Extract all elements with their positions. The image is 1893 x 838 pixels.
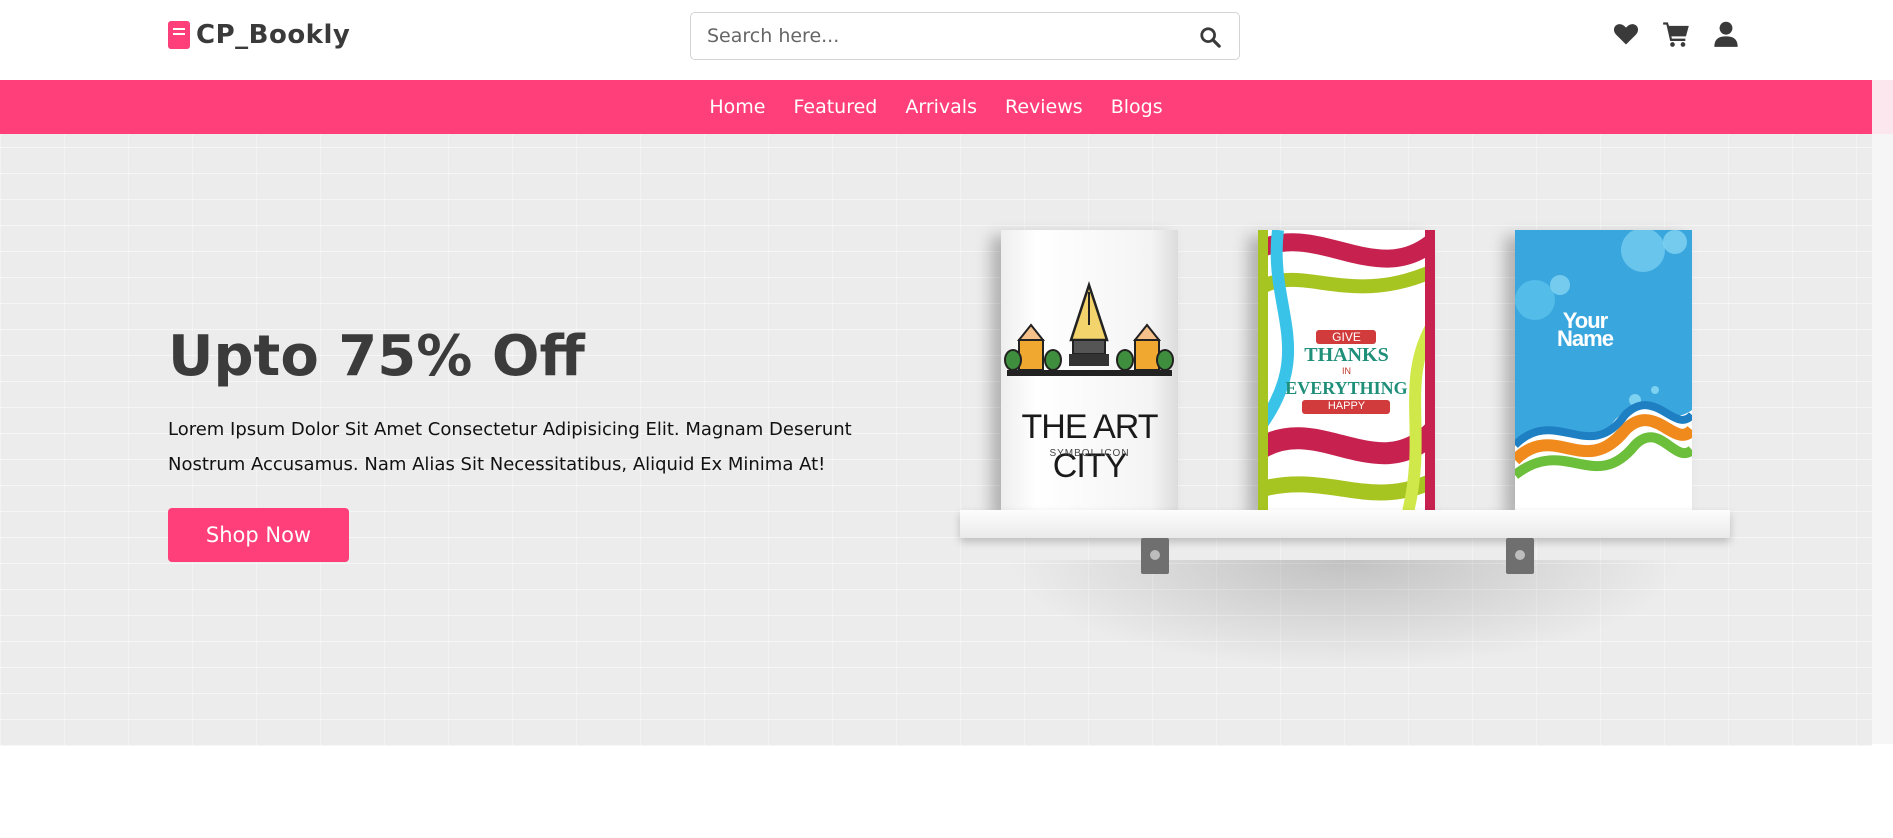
scrollbar-top	[1872, 80, 1893, 134]
cover-text-happy: HAPPY	[1327, 400, 1366, 412]
shelf-bracket-left	[1141, 538, 1169, 574]
pen-pencils-logo	[1004, 280, 1174, 376]
book-icon	[168, 21, 190, 49]
brand-name: CP_Bookly	[196, 20, 351, 50]
cover-text-thanks: THANKS	[1304, 344, 1389, 366]
main-nav: Home Featured Arrivals Reviews Blogs	[0, 80, 1872, 134]
book-shelf-illustration: THE ART CITY SYMBOL ICON GIVE THANKS IN …	[955, 230, 1735, 690]
heart-icon[interactable]	[1612, 20, 1640, 48]
header-icons	[1612, 20, 1740, 48]
cart-icon[interactable]	[1662, 20, 1690, 48]
search-icon[interactable]	[1199, 26, 1221, 48]
nav-arrivals[interactable]: Arrivals	[905, 96, 977, 118]
hero-banner: Upto 75% Off Lorem Ipsum Dolor Sit Amet …	[0, 134, 1872, 746]
cover-text-everything: EVERYTHING	[1285, 378, 1408, 398]
top-header: CP_Bookly	[0, 0, 1872, 80]
nav-featured[interactable]: Featured	[794, 96, 878, 118]
book-cover-art-city[interactable]: THE ART CITY SYMBOL ICON	[1001, 230, 1178, 512]
scrollbar-track[interactable]	[1872, 134, 1893, 744]
book-title: THE ART CITY	[1021, 408, 1159, 485]
nav-blogs[interactable]: Blogs	[1111, 96, 1163, 118]
nav-home[interactable]: Home	[709, 96, 765, 118]
cover-text-your-name: Your Name	[1557, 308, 1614, 351]
shelf-shadow	[1005, 560, 1685, 670]
search-input[interactable]	[691, 13, 1171, 59]
shelf-bracket-right	[1506, 538, 1534, 574]
hero-description: Lorem Ipsum Dolor Sit Amet Consectetur A…	[168, 419, 852, 475]
shop-now-button[interactable]: Shop Now	[168, 508, 349, 562]
book-subtitle: SYMBOL ICON	[1049, 448, 1130, 459]
hero-title: Upto 75% Off	[168, 324, 585, 389]
cover-text-in: IN	[1342, 366, 1351, 376]
user-icon[interactable]	[1712, 20, 1740, 48]
nav-reviews[interactable]: Reviews	[1005, 96, 1083, 118]
book-cover-give-thanks[interactable]: GIVE THANKS IN EVERYTHING HAPPY	[1258, 230, 1435, 512]
search-bar	[690, 12, 1240, 60]
bubbles-waves-pattern	[1515, 230, 1692, 512]
brand-logo[interactable]: CP_Bookly	[168, 20, 350, 50]
cover-text-give: GIVE	[1332, 330, 1361, 344]
book-cover-your-name[interactable]: Your Name	[1515, 230, 1692, 512]
wall-shelf	[960, 510, 1730, 538]
